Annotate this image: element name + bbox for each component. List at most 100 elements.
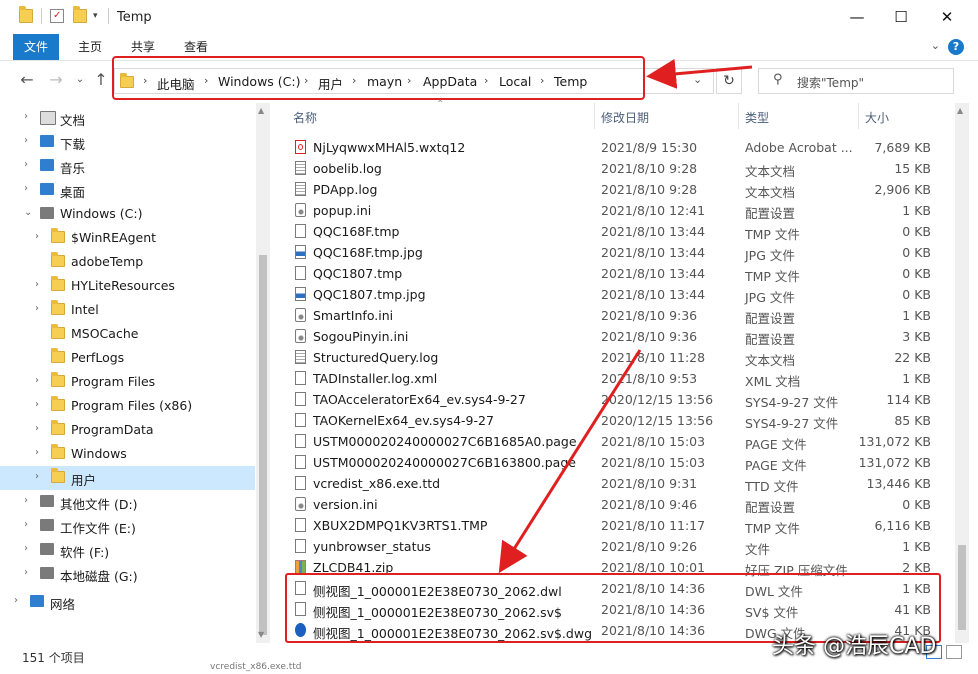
expand-chevron-icon[interactable]: › bbox=[24, 159, 28, 170]
sidebar-item[interactable]: ⌄ Windows (C:) bbox=[0, 202, 255, 226]
sidebar-item[interactable]: › 音乐 bbox=[0, 154, 255, 178]
expand-chevron-icon[interactable]: › bbox=[24, 495, 28, 506]
column-name[interactable]: 名称 bbox=[293, 109, 317, 126]
sidebar-item[interactable]: MSOCache bbox=[0, 322, 255, 346]
expand-chevron-icon[interactable]: › bbox=[24, 519, 28, 530]
expand-chevron-icon[interactable]: › bbox=[24, 111, 28, 122]
expand-chevron-icon[interactable]: › bbox=[35, 375, 39, 386]
help-button[interactable]: ? bbox=[948, 39, 964, 55]
scroll-up-icon[interactable]: ▲ bbox=[258, 106, 264, 115]
file-size: 0 KB bbox=[902, 266, 931, 281]
file-row[interactable]: SogouPinyin.ini 2021/8/10 9:36 配置设置 3 KB bbox=[285, 326, 941, 347]
tab-file[interactable]: 文件 bbox=[13, 34, 60, 60]
file-row[interactable]: USTM000020240000027C6B1685A0.page 2021/8/… bbox=[285, 431, 941, 452]
address-history-icon[interactable]: ⌄ bbox=[693, 73, 702, 86]
file-size: 6,116 KB bbox=[874, 518, 931, 533]
column-date[interactable]: 修改日期 bbox=[601, 109, 649, 126]
expand-chevron-icon[interactable]: ⌄ bbox=[24, 207, 32, 218]
expand-chevron-icon[interactable]: › bbox=[35, 447, 39, 458]
sidebar-item[interactable]: › 用户 bbox=[0, 466, 255, 490]
expand-chevron-icon[interactable]: › bbox=[24, 183, 28, 194]
file-row[interactable]: StructuredQuery.log 2021/8/10 11:28 文本文档 22… bbox=[285, 347, 941, 368]
expand-chevron-icon[interactable]: › bbox=[24, 543, 28, 554]
sidebar-item[interactable]: › $WinREAgent bbox=[0, 226, 255, 250]
sidebar-item[interactable]: › Intel bbox=[0, 298, 255, 322]
sidebar-item[interactable]: › 其他文件 (D:) bbox=[0, 490, 255, 514]
file-row[interactable]: version.ini 2021/8/10 9:46 配置设置 0 KB bbox=[285, 494, 941, 515]
sidebar-item[interactable]: › HYLiteResources bbox=[0, 274, 255, 298]
sidebar-item[interactable]: › 下载 bbox=[0, 130, 255, 154]
column-divider[interactable] bbox=[858, 103, 859, 129]
close-button[interactable]: ✕ bbox=[924, 0, 970, 34]
drive-icon bbox=[40, 519, 54, 531]
properties-icon[interactable]: ✓ bbox=[50, 9, 64, 23]
expand-chevron-icon[interactable]: › bbox=[24, 567, 28, 578]
folder-icon bbox=[51, 396, 65, 411]
file-type: SYS4-9-27 文件 bbox=[745, 416, 839, 431]
sidebar-scrollbar-thumb[interactable] bbox=[259, 255, 267, 635]
file-row[interactable]: popup.ini 2021/8/10 12:41 配置设置 1 KB bbox=[285, 200, 941, 221]
file-name: yunbrowser_status bbox=[313, 539, 431, 554]
large-icons-view-icon[interactable] bbox=[946, 645, 962, 659]
sidebar-item[interactable]: › 软件 (F:) bbox=[0, 538, 255, 562]
folder-icon bbox=[51, 324, 65, 339]
expand-chevron-icon[interactable]: › bbox=[35, 399, 39, 410]
file-row[interactable]: SmartInfo.ini 2021/8/10 9:36 配置设置 1 KB bbox=[285, 305, 941, 326]
forward-icon[interactable]: → bbox=[45, 68, 67, 92]
file-row[interactable]: XBUX2DMPQ1KV3RTS1.TMP 2021/8/10 11:17 TMP … bbox=[285, 515, 941, 536]
up-icon[interactable]: ↑ bbox=[90, 68, 112, 92]
sidebar-item[interactable]: › Windows bbox=[0, 442, 255, 466]
back-icon[interactable]: ← bbox=[16, 68, 38, 92]
expand-chevron-icon[interactable]: › bbox=[24, 135, 28, 146]
file-row[interactable]: USTM000020240000027C6B163800.page 2021/8/… bbox=[285, 452, 941, 473]
scroll-up-icon[interactable]: ▲ bbox=[957, 106, 963, 115]
expand-chevron-icon[interactable]: › bbox=[35, 303, 39, 314]
expand-chevron-icon[interactable]: › bbox=[35, 423, 39, 434]
sidebar-item[interactable]: › 本地磁盘 (G:) bbox=[0, 562, 255, 586]
sidebar-item[interactable]: › 工作文件 (E:) bbox=[0, 514, 255, 538]
column-divider[interactable] bbox=[738, 103, 739, 129]
column-type[interactable]: 类型 bbox=[745, 109, 769, 126]
sidebar-item[interactable]: › 文档 bbox=[0, 106, 255, 130]
file-row[interactable]: QQC1807.tmp.jpg 2021/8/10 13:44 JPG 文件 0 KB bbox=[285, 284, 941, 305]
column-divider[interactable] bbox=[594, 103, 595, 129]
file-row[interactable]: vcredist_x86.exe.ttd 2021/8/10 9:31 TTD 文件… bbox=[285, 473, 941, 494]
minimize-button[interactable]: — bbox=[834, 0, 880, 34]
sidebar-item[interactable]: adobeTemp bbox=[0, 250, 255, 274]
file-row[interactable]: QQC1807.tmp 2021/8/10 13:44 TMP 文件 0 KB bbox=[285, 263, 941, 284]
sidebar-item[interactable]: › Program Files bbox=[0, 370, 255, 394]
file-row[interactable]: PDApp.log 2021/8/10 9:28 文本文档 2,906 KB bbox=[285, 179, 941, 200]
sidebar-item[interactable]: PerfLogs bbox=[0, 346, 255, 370]
recent-locations-icon[interactable]: ⌄ bbox=[69, 68, 91, 92]
refresh-icon[interactable]: ↻ bbox=[716, 68, 742, 94]
new-folder-icon[interactable] bbox=[73, 6, 87, 23]
expand-chevron-icon[interactable]: › bbox=[35, 279, 39, 290]
expand-ribbon-icon[interactable]: ⌄ bbox=[931, 39, 940, 52]
file-type: TTD 文件 bbox=[745, 479, 799, 494]
tab-home[interactable]: 主页 bbox=[67, 34, 113, 60]
scroll-down-icon[interactable]: ▼ bbox=[258, 630, 264, 639]
sidebar-item[interactable]: › 网络 bbox=[0, 590, 255, 614]
file-row[interactable]: TADInstaller.log.xml 2021/8/10 9:53 XML 文档… bbox=[285, 368, 941, 389]
file-row[interactable]: yunbrowser_status 2021/8/10 9:26 文件 1 KB bbox=[285, 536, 941, 557]
column-size[interactable]: 大小 bbox=[865, 109, 889, 126]
expand-chevron-icon[interactable]: › bbox=[35, 471, 39, 482]
file-row[interactable]: oobelib.log 2021/8/10 9:28 文本文档 15 KB bbox=[285, 158, 941, 179]
sidebar-item[interactable]: › 桌面 bbox=[0, 178, 255, 202]
expand-chevron-icon[interactable]: › bbox=[14, 595, 18, 606]
separator bbox=[108, 8, 109, 24]
file-row[interactable]: QQC168F.tmp 2021/8/10 13:44 TMP 文件 0 KB bbox=[285, 221, 941, 242]
file-row[interactable]: TAOKernelEx64_ev.sys4-9-27 2020/12/15 13:… bbox=[285, 410, 941, 431]
file-row[interactable]: TAOAcceleratorEx64_ev.sys4-9-27 2020/12/1… bbox=[285, 389, 941, 410]
file-row[interactable]: QQC168F.tmp.jpg 2021/8/10 13:44 JPG 文件 0 KB bbox=[285, 242, 941, 263]
sidebar-item[interactable]: › ProgramData bbox=[0, 418, 255, 442]
expand-chevron-icon[interactable]: › bbox=[35, 231, 39, 242]
sidebar-item[interactable]: › Program Files (x86) bbox=[0, 394, 255, 418]
file-row[interactable]: NjLyqwwxMHAl5.wxtq12 2021/8/9 15:30 Adobe … bbox=[285, 137, 941, 158]
file-list-scrollbar-thumb[interactable] bbox=[958, 545, 966, 630]
file-type: 文件 bbox=[745, 542, 771, 557]
file-date: 2020/12/15 13:56 bbox=[601, 413, 714, 428]
search-input[interactable]: ⚲ 搜索"Temp" bbox=[758, 68, 954, 94]
maximize-button[interactable]: ☐ bbox=[878, 0, 924, 34]
chevron-down-icon[interactable]: ▾ bbox=[93, 11, 107, 25]
